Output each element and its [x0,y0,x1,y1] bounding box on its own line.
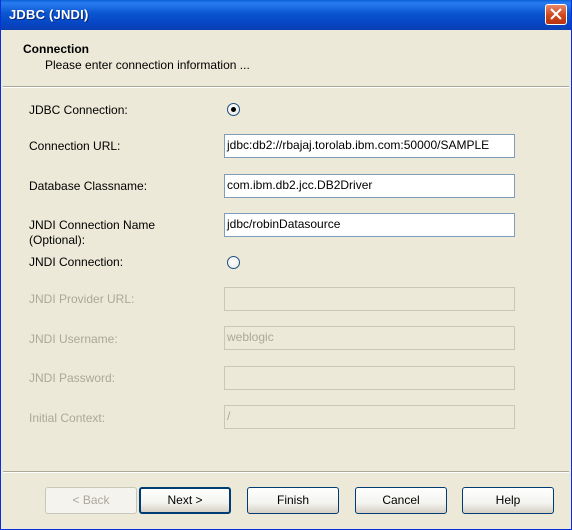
jndi-name-field[interactable]: jdbc/robinDatasource [224,213,515,237]
radio-selected-dot [231,107,236,112]
initial-context-field[interactable]: / [224,405,515,429]
dialog-window: JDBC (JNDI) Connection Please enter conn… [0,0,572,530]
footer-divider-highlight [3,472,569,473]
jndi-connection-radio[interactable] [227,256,240,269]
jndi-provider-url-field[interactable] [224,287,515,311]
db-classname-label: Database Classname: [29,179,148,193]
header-panel: Connection Please enter connection infor… [3,31,569,87]
close-button[interactable] [545,4,567,25]
jndi-name-label: JNDI Connection Name [29,218,156,232]
header-title: Connection [23,42,89,56]
jndi-provider-url-label: JNDI Provider URL: [29,292,135,306]
connection-url-field[interactable]: jdbc:db2://rbajaj.torolab.ibm.com:50000/… [224,134,515,158]
jndi-name-optional-label: (Optional): [29,233,86,247]
back-button[interactable]: < Back [45,487,137,514]
window-title: JDBC (JNDI) [9,7,89,22]
help-button[interactable]: Help [462,487,554,514]
header-subtitle: Please enter connection information ... [45,58,250,72]
db-classname-field[interactable]: com.ibm.db2.jcc.DB2Driver [224,174,515,198]
jndi-password-label: JNDI Password: [29,371,116,385]
next-button[interactable]: Next > [139,487,231,514]
jndi-password-field[interactable] [224,366,515,390]
initial-context-label: Initial Context: [29,411,106,425]
jndi-username-label: JNDI Username: [29,332,118,346]
close-icon [550,8,562,20]
title-bar[interactable]: JDBC (JNDI) [1,0,571,30]
connection-url-label: Connection URL: [29,139,121,153]
finish-button[interactable]: Finish [247,487,339,514]
header-divider [3,87,569,88]
cancel-button[interactable]: Cancel [355,487,447,514]
jndi-connection-label: JNDI Connection: [29,255,124,269]
jdbc-connection-label: JDBC Connection: [29,103,128,117]
jdbc-connection-radio[interactable] [227,103,240,116]
jndi-username-field[interactable]: weblogic [224,326,515,350]
